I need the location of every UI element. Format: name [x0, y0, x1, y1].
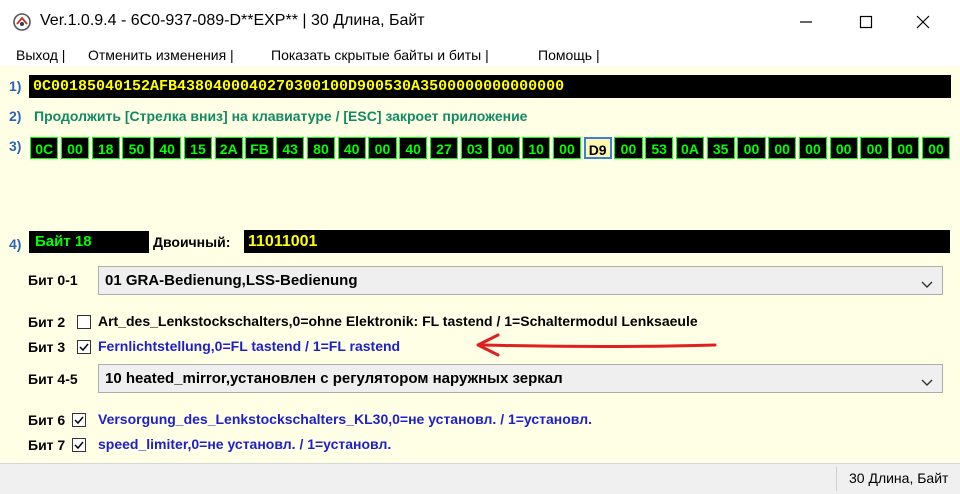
- minimize-icon: [800, 21, 812, 23]
- row-number-1: 1): [9, 78, 22, 94]
- bit2-description: Art_des_Lenkstockschalters,0=ohne Elektr…: [98, 313, 698, 329]
- byte-cell[interactable]: 00: [737, 137, 766, 159]
- row-number-3: 3): [9, 138, 22, 154]
- bit7-checkbox[interactable]: [72, 438, 86, 452]
- minimize-button[interactable]: [783, 0, 829, 44]
- checkmark-icon: [74, 416, 84, 425]
- status-bar: 30 Длина, Байт: [0, 463, 960, 494]
- bit45-selected-value: 10 heated_mirror,установлен с регуляторо…: [105, 370, 563, 387]
- chevron-down-icon: [920, 371, 934, 398]
- title-bar: Ver.1.0.9.4 - 6C0-937-089-D**EXP** | 30 …: [0, 0, 960, 45]
- close-icon: [916, 15, 930, 29]
- byte-cell[interactable]: FB: [245, 137, 274, 159]
- byte-cell[interactable]: D9: [583, 137, 612, 159]
- bit01-dropdown[interactable]: 01 GRA-Bedienung,LSS-Bedienung: [98, 266, 943, 295]
- status-text: 30 Длина, Байт: [849, 470, 949, 486]
- byte-cell[interactable]: 00: [491, 137, 520, 159]
- maximize-button[interactable]: [843, 0, 889, 44]
- menu-bar: Выход | Отменить изменения | Показать ск…: [0, 44, 960, 66]
- byte-cell[interactable]: 00: [552, 137, 582, 159]
- row-number-2: 2): [9, 108, 22, 124]
- menu-help[interactable]: Помощь |: [538, 47, 600, 63]
- checkmark-icon: [79, 343, 89, 352]
- menu-show-hidden[interactable]: Показать скрытые байты и биты |: [271, 47, 489, 63]
- bit3-checkbox[interactable]: [77, 340, 91, 354]
- menu-exit[interactable]: Выход |: [16, 47, 65, 63]
- byte-cell[interactable]: 53: [645, 137, 674, 159]
- binary-value-field[interactable]: 11011001: [244, 230, 950, 253]
- maximize-icon: [859, 15, 873, 29]
- byte-cell[interactable]: 2A: [214, 137, 243, 159]
- app-icon: [12, 12, 32, 32]
- bit45-label: Бит 4-5: [28, 371, 78, 387]
- byte-cell[interactable]: 40: [337, 137, 366, 159]
- hex-string-field[interactable]: 0C00185040152AFB4380400040270300100D9005…: [29, 75, 951, 98]
- byte-cell[interactable]: 00: [829, 137, 858, 159]
- byte-cell[interactable]: 40: [399, 137, 428, 159]
- bit3-label: Бит 3: [28, 339, 66, 355]
- binary-label: Двоичный:: [153, 234, 231, 250]
- byte-cell[interactable]: 0C: [30, 137, 59, 159]
- bit2-label: Бит 2: [28, 314, 66, 330]
- byte-cell[interactable]: 40: [153, 137, 182, 159]
- byte-cell[interactable]: 0A: [675, 137, 705, 159]
- byte-cell[interactable]: 18: [91, 137, 120, 159]
- status-separator: [836, 467, 837, 491]
- bit01-selected-value: 01 GRA-Bedienung,LSS-Bedienung: [105, 272, 358, 289]
- byte-cell[interactable]: 80: [306, 137, 336, 159]
- byte-cell[interactable]: 00: [368, 137, 397, 159]
- byte-cell[interactable]: 15: [183, 137, 213, 159]
- window-title: Ver.1.0.9.4 - 6C0-937-089-D**EXP** | 30 …: [40, 12, 425, 29]
- byte-cell[interactable]: 03: [460, 137, 489, 159]
- byte-cell[interactable]: 00: [891, 137, 920, 159]
- bit01-label: Бит 0-1: [28, 272, 78, 288]
- app-window: Ver.1.0.9.4 - 6C0-937-089-D**EXP** | 30 …: [0, 0, 960, 494]
- byte-cell[interactable]: 27: [429, 137, 459, 159]
- selected-byte-label: Байт 18: [29, 231, 149, 253]
- bit3-description: Fernlichtstellung,0=FL tastend / 1=FL ra…: [98, 338, 401, 354]
- byte-cell[interactable]: 50: [122, 137, 151, 159]
- bit6-description: Versorgung_des_Lenkstockschalters_KL30,0…: [98, 411, 593, 427]
- byte-cell[interactable]: 00: [860, 137, 889, 159]
- byte-cell[interactable]: 00: [614, 137, 643, 159]
- close-button[interactable]: [900, 0, 946, 44]
- byte-cell[interactable]: 10: [522, 137, 551, 159]
- byte-cell[interactable]: 35: [706, 137, 735, 159]
- red-arrow-icon: [476, 333, 717, 357]
- byte-cell[interactable]: 00: [768, 137, 797, 159]
- byte-cell[interactable]: 00: [60, 137, 90, 159]
- checkmark-icon: [74, 441, 84, 450]
- bit45-dropdown[interactable]: 10 heated_mirror,установлен с регуляторо…: [98, 364, 943, 393]
- bit6-label: Бит 6: [28, 412, 66, 428]
- bit7-description: speed_limiter,0=не установл. / 1=установ…: [98, 436, 392, 452]
- byte-cell[interactable]: 43: [276, 137, 305, 159]
- byte-cell[interactable]: 00: [798, 137, 828, 159]
- row-number-4: 4): [9, 236, 22, 252]
- menu-undo-changes[interactable]: Отменить изменения |: [88, 47, 234, 63]
- bit2-checkbox[interactable]: [77, 315, 91, 329]
- bit6-checkbox[interactable]: [72, 413, 86, 427]
- byte-cell[interactable]: 00: [921, 137, 951, 159]
- bit7-label: Бит 7: [28, 437, 66, 453]
- chevron-down-icon: [920, 273, 934, 300]
- keyboard-hint: Продолжить [Стрелка вниз] на клавиатуре …: [34, 108, 528, 124]
